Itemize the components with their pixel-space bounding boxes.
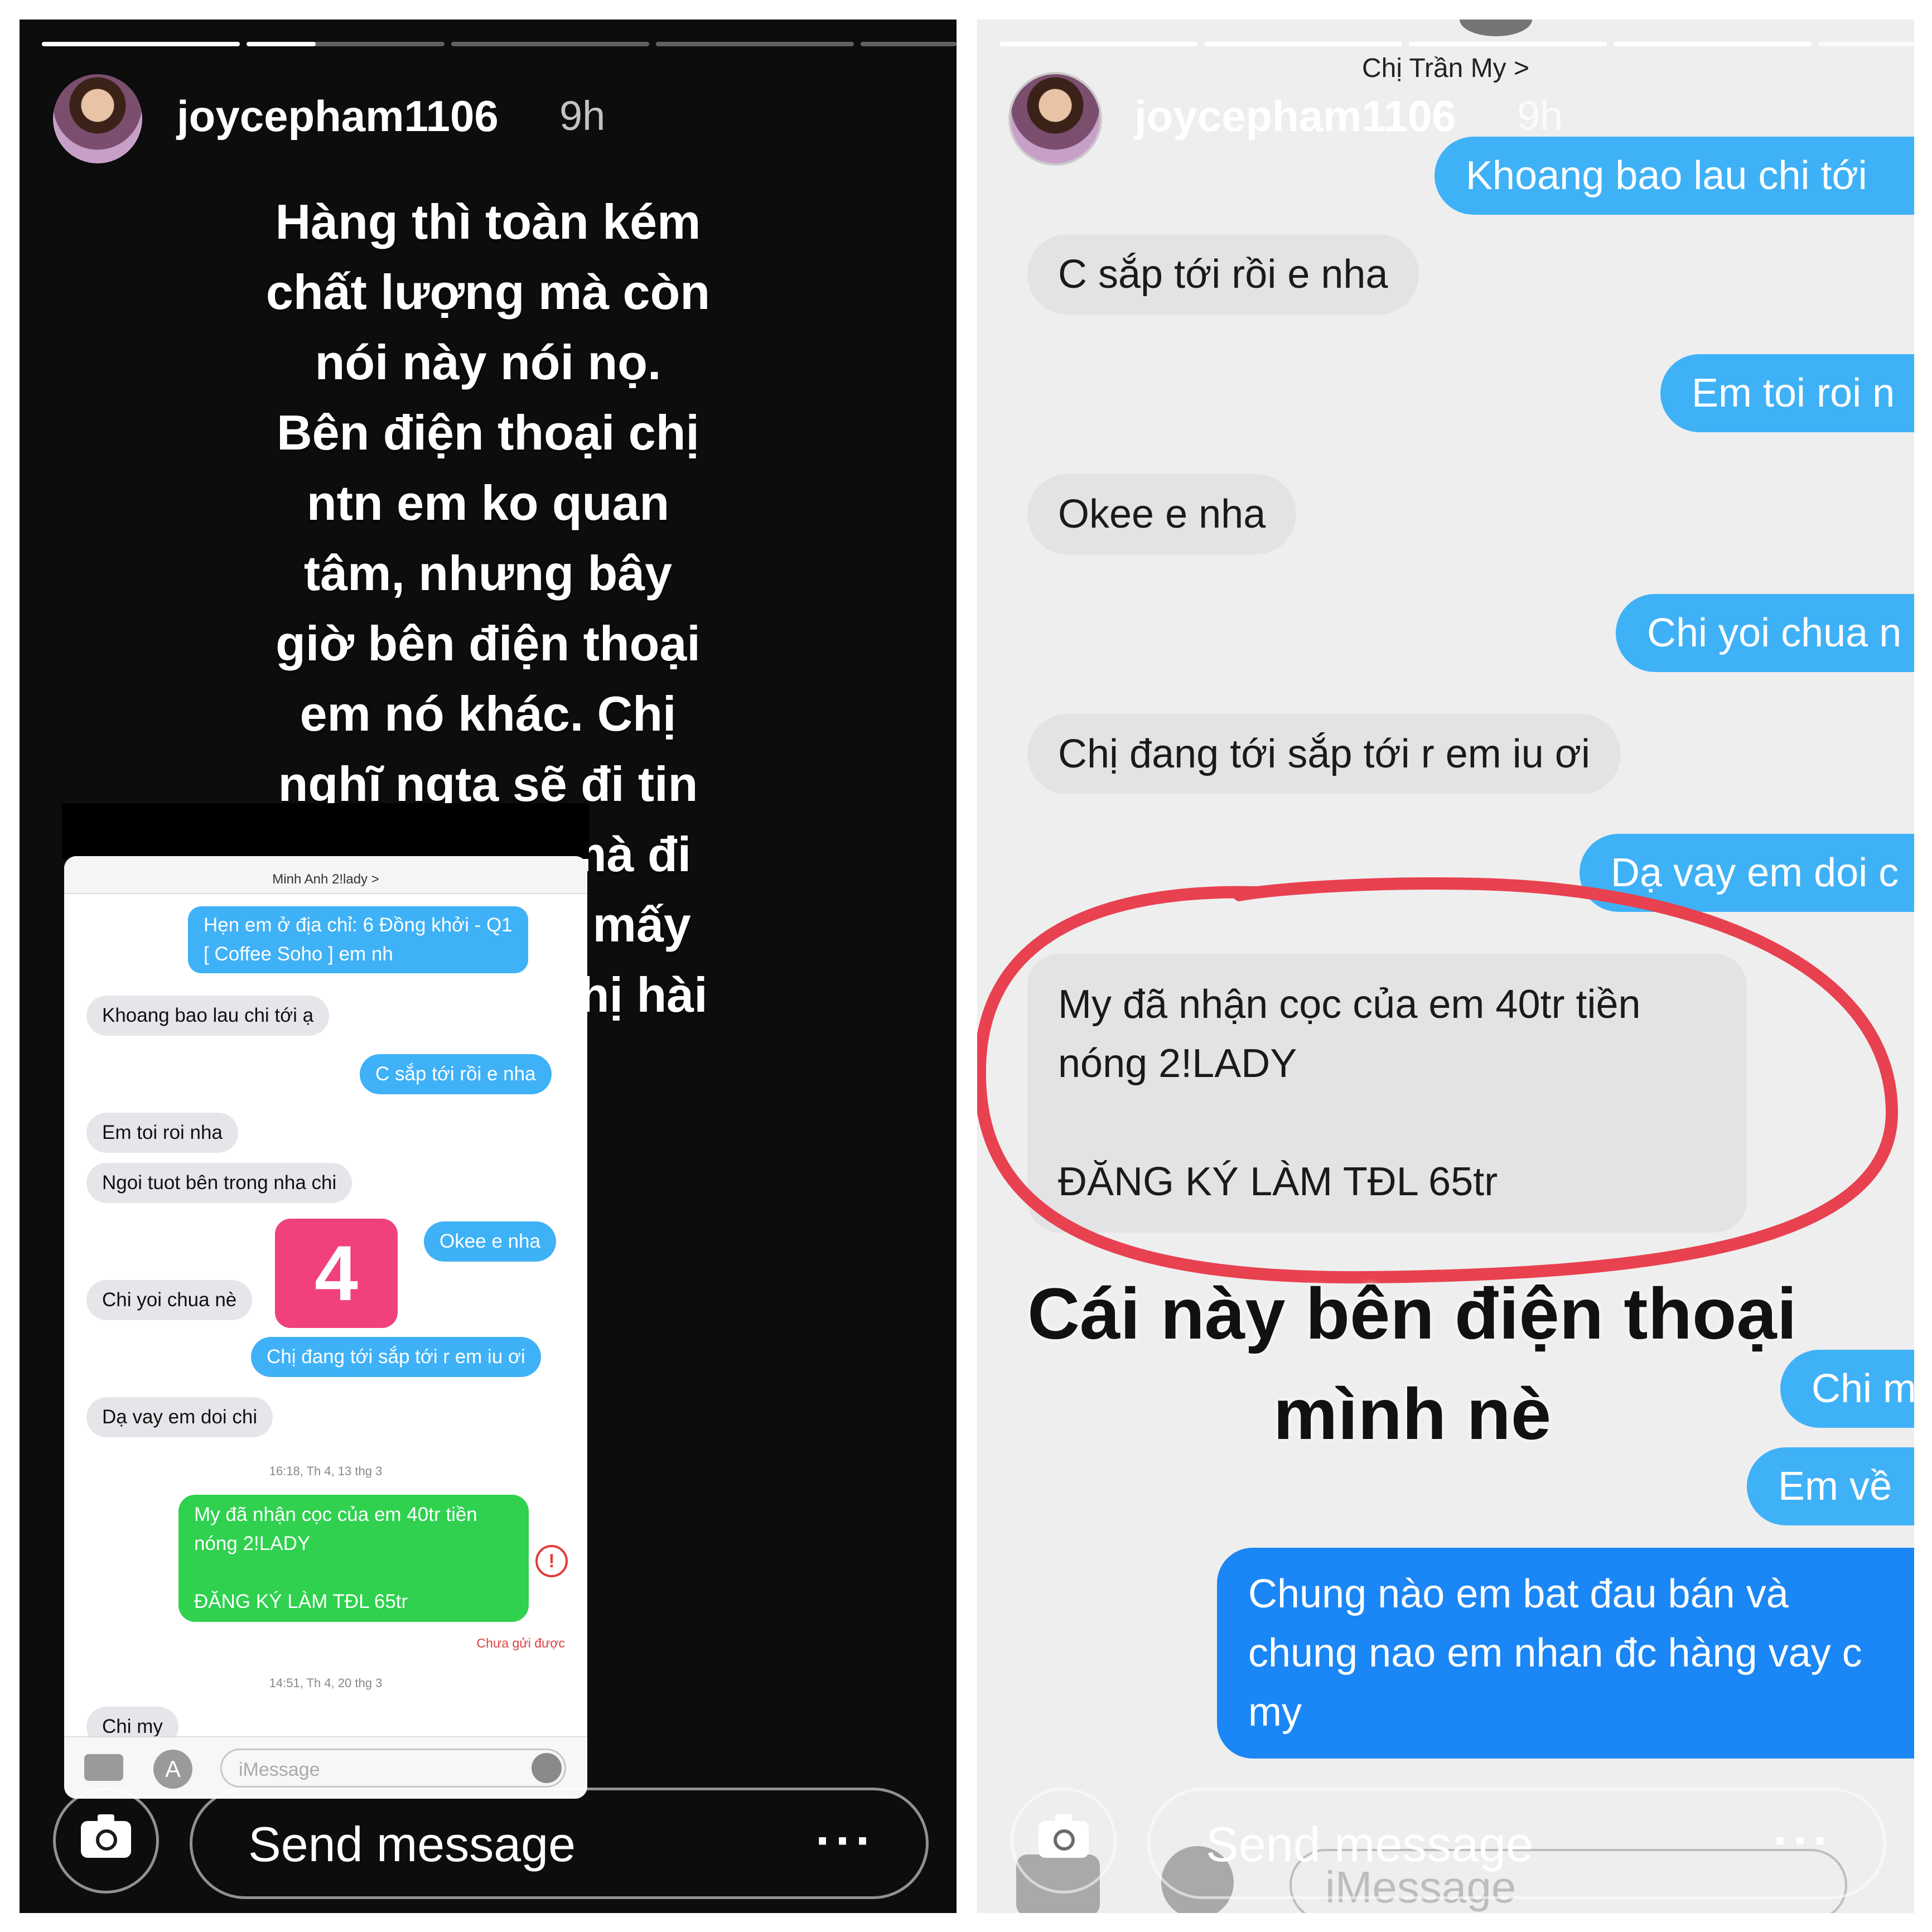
story-progress-1 (42, 42, 240, 46)
chat-bubble-in: Ngoi tuot bên trong nha chi (86, 1163, 352, 1203)
screenshot-shadow (62, 803, 589, 859)
send-message-input[interactable]: Send message ··· (1147, 1788, 1886, 1899)
username[interactable]: joycepham1106 (177, 91, 499, 142)
chat-bubble-out: Hẹn em ở địa chỉ: 6 Đồng khởi - Q1 [ Cof… (188, 906, 528, 973)
camera-button[interactable] (53, 1788, 159, 1894)
avatar[interactable] (53, 74, 142, 163)
chat-bubble-out: Okee e nha (424, 1221, 556, 1262)
highlight-stroke (977, 877, 1899, 1284)
chat-bubble-in: Em toi roi nha (86, 1113, 238, 1153)
error-icon[interactable]: ! (535, 1545, 568, 1577)
chat-timestamp: 14:51, Th 4, 20 thg 3 (269, 1676, 383, 1690)
story-left: joycepham1106 9h Hàng thì toàn kém chất … (20, 20, 957, 1913)
progress-fill (42, 42, 240, 46)
chat-timestamp: 16:18, Th 4, 13 thg 3 (269, 1464, 383, 1478)
chat-bubble-out: C sắp tới rồi e nha (360, 1054, 552, 1094)
chat-bubble-sms: My đã nhận cọc của em 40tr tiền nóng 2!L… (178, 1495, 529, 1622)
story-progress-4 (656, 42, 854, 46)
number-badge: 4 (275, 1219, 398, 1328)
chat-screenshot: Minh Anh 2!lady > Hẹn em ở địa chỉ: 6 Đồ… (64, 856, 587, 1799)
camera-button[interactable] (1011, 1788, 1117, 1894)
story-reply-bar: Send message ··· (20, 1760, 957, 1905)
send-message-label: Send message (248, 1817, 576, 1872)
camera-icon (81, 1814, 131, 1858)
progress-fill (247, 42, 316, 46)
story-progress-2 (247, 42, 445, 46)
post-time: 9h (559, 93, 606, 139)
camera-icon (1039, 1814, 1089, 1858)
chat-bubble-in: Khoang bao lau chi tới ạ (86, 996, 330, 1036)
chat-contact-name: Minh Anh 2!lady > (272, 872, 379, 887)
not-delivered-label: Chưa gửi được (476, 1636, 565, 1650)
story-progress-3 (451, 42, 649, 46)
overlay-caption: Cái này bên điện thoại mình nè (1027, 1273, 1797, 1455)
story-right: Chị Trần My > Khoang bao lau chi tới joy… (977, 20, 1914, 1913)
red-highlight-circle (977, 877, 1899, 1284)
chat-bubble-out: Chị đang tới sắp tới r em iu ơi (251, 1337, 541, 1377)
send-message-label: Send message (1206, 1817, 1534, 1872)
chat-header: Minh Anh 2!lady > (64, 856, 587, 894)
story-progress-5 (861, 42, 957, 46)
chat-bubble-in: Dạ vay em doi chi (86, 1397, 273, 1437)
chat-bubble-out: Chi m (1780, 1350, 1914, 1428)
chat-bubble-in: Chi yoi chua nè (86, 1280, 253, 1320)
story-reply-bar: Send message ··· (977, 1760, 1914, 1905)
more-options-icon[interactable]: ··· (815, 1816, 876, 1866)
chat-bubble-out: Em về (1747, 1447, 1914, 1525)
chat-bubble-out: Chung nào em bat đau bán và chung nao em… (1217, 1548, 1914, 1759)
send-message-input[interactable]: Send message ··· (190, 1788, 929, 1899)
more-options-icon[interactable]: ··· (1773, 1816, 1833, 1866)
